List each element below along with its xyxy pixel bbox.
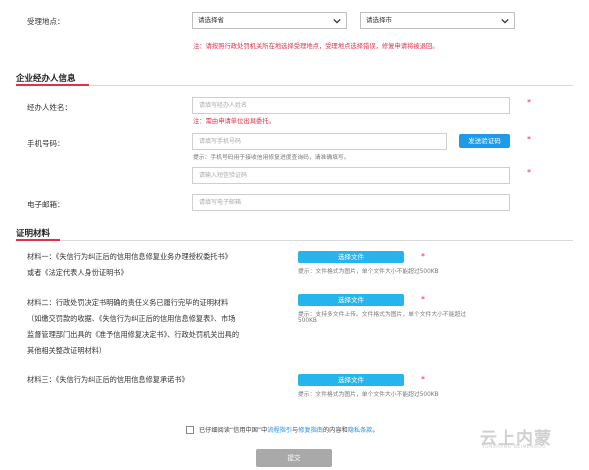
phone-note: 提示：手机号码用于接收信用修复进度查询码，请准确填写。 — [193, 155, 350, 161]
agreement-checkbox[interactable] — [186, 426, 194, 434]
agreement-prefix: 已仔细阅读“信用中国”中 — [199, 427, 268, 434]
material-1-line-1: 材料一：《失信行为纠正后的信用信息修复业务办理授权委托书》 — [27, 252, 232, 261]
section-title-underline — [16, 239, 60, 241]
city-select-value: 请选择市 — [366, 16, 392, 24]
repair-guide-link[interactable]: 修复指南 — [298, 427, 323, 434]
phone-label: 手机号码： — [27, 139, 65, 148]
phone-input[interactable]: 请填写手机号码 — [192, 133, 447, 150]
location-note: 注：请按照行政处罚机关所在地选择受理地点，受理地点选择错误，修复申请将被退回。 — [193, 43, 439, 50]
agreement-text: 已仔细阅读“信用中国”中流程指引与修复指南的内容和隐私条款。 — [199, 425, 379, 434]
agent-name-label: 经办人姓名： — [27, 103, 72, 112]
agreement-end: 。 — [372, 427, 379, 434]
privacy-terms-link[interactable]: 隐私条款 — [348, 427, 373, 434]
section-divider — [16, 85, 573, 86]
required-star: * — [527, 168, 531, 177]
material-2-line-4: 其他相关整改证明材料） — [27, 346, 107, 355]
proof-section-title: 证明材料 — [16, 229, 51, 239]
sms-code-input[interactable]: 请输入短信验证码 — [192, 167, 510, 184]
required-star: * — [421, 375, 425, 384]
email-input[interactable]: 请填写电子邮箱 — [192, 194, 510, 211]
submit-button[interactable]: 提交 — [256, 449, 332, 467]
required-star: * — [527, 135, 531, 144]
required-star: * — [527, 98, 531, 107]
required-star: * — [421, 295, 425, 304]
material-2-line-2: （如缴交罚款的收据、《失信行为纠正后的信用信息修复表》、市场 — [27, 314, 236, 323]
send-code-button[interactable]: 发送验证码 — [459, 134, 510, 148]
section-title-underline — [16, 84, 89, 86]
chevron-down-icon — [333, 18, 341, 24]
material-3-choose-file-button[interactable]: 选择文件 — [298, 374, 404, 386]
email-label: 电子邮箱： — [27, 200, 65, 209]
watermark-subtitle: YUNSHANG NEIMENGGU — [482, 445, 546, 450]
material-3-line-1: 材料三：《失信行为纠正后的信用信息修复承诺书》 — [27, 375, 189, 384]
agent-name-input[interactable]: 请填写经办人姓名 — [192, 97, 510, 114]
material-2-line-3: 监督管理部门出具的《准予信用修复决定书》、行政处罚机关出具的 — [27, 330, 240, 339]
chevron-down-icon — [501, 18, 509, 24]
material-2-choose-file-button[interactable]: 选择文件 — [298, 294, 404, 306]
agreement-suffix: 的内容和 — [322, 427, 348, 434]
material-2-hint-line-1: 提示：支持多文件上传。文件格式为图片，单个文件大小不能超过 — [298, 312, 467, 318]
material-1-line-2: 或者《法定代表人身份证明书》 — [27, 268, 128, 277]
city-select[interactable]: 请选择市 — [360, 12, 515, 29]
section-divider — [16, 240, 573, 241]
province-select[interactable]: 请选择省 — [192, 12, 347, 29]
location-label: 受理地点： — [27, 17, 65, 26]
agent-section-title: 企业经办人信息 — [16, 74, 76, 84]
material-2-line-1: 材料二：行政处罚决定书明确的责任义务已履行完毕的证明材料 — [27, 298, 229, 307]
material-1-choose-file-button[interactable]: 选择文件 — [298, 251, 404, 263]
required-star: * — [421, 252, 425, 261]
agent-name-note: 注：需由申请单位出具委托。 — [193, 118, 275, 125]
material-1-hint: 提示：文件格式为图片，单个文件大小不能超过500KB — [298, 269, 439, 275]
material-3-hint: 提示：文件格式为图片，单个文件大小不能超过500KB — [298, 392, 439, 398]
material-2-hint-line-2: 500KB — [298, 318, 317, 324]
province-select-value: 请选择省 — [198, 16, 224, 24]
process-guide-link[interactable]: 流程指引 — [267, 427, 292, 434]
